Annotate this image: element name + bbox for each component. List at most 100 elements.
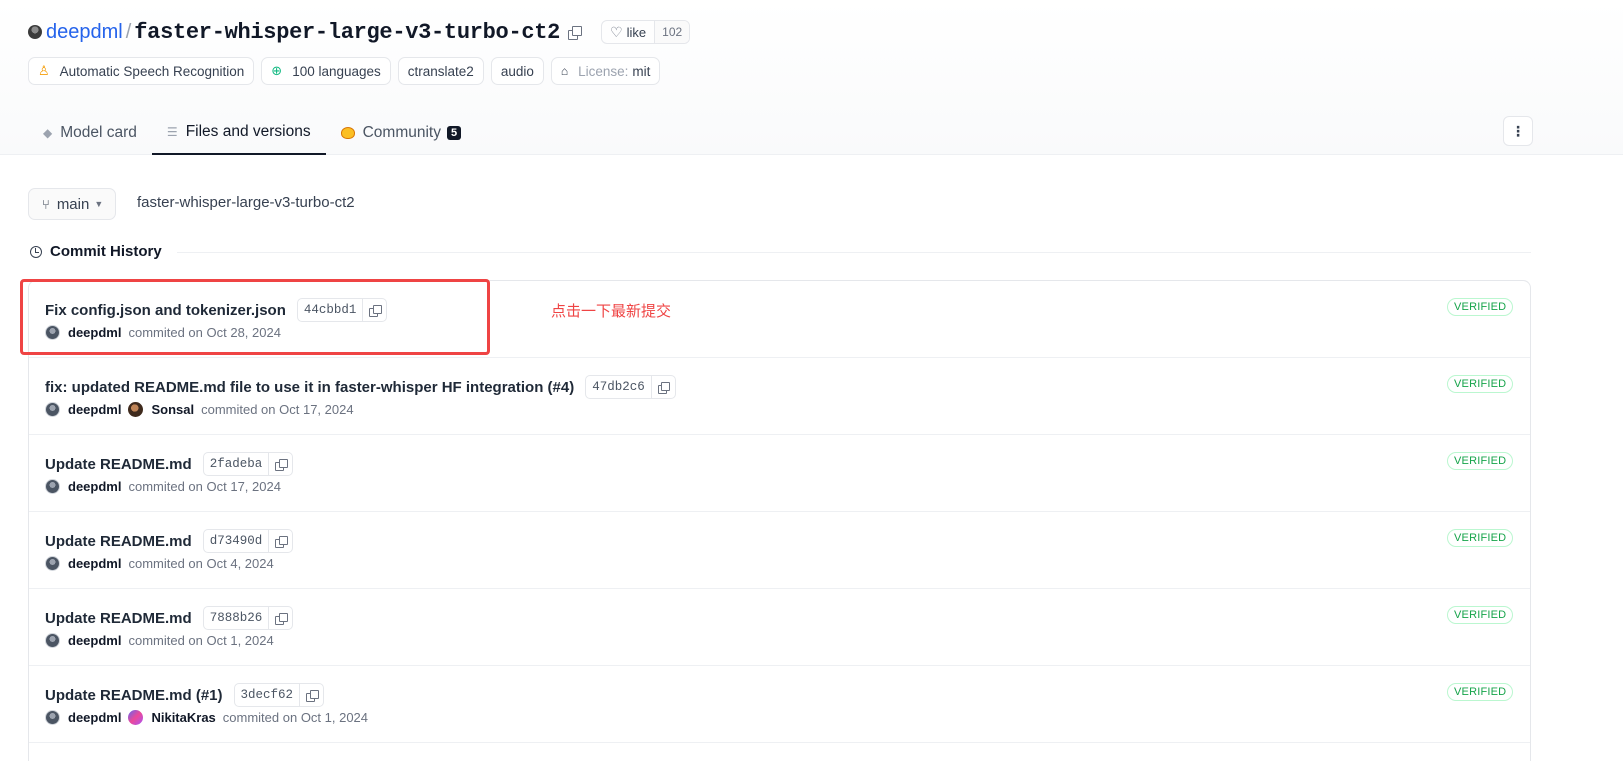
avatar [45,710,60,725]
branch-label: main [56,195,90,213]
owner-avatar [28,25,42,39]
tag-languages[interactable]: ⊕ 100 languages [261,57,391,85]
commit-header: Update README.md (#1) 3decf62 [45,683,325,707]
copy-hash-button[interactable] [268,453,292,475]
commit-date: commited on Oct 17, 2024 [201,402,354,417]
verified-badge: VERIFIED [1447,683,1514,701]
avatar [45,633,60,648]
tab-community[interactable]: Community 5 [326,110,477,155]
copy-hash-button[interactable] [268,607,292,629]
tab-label: Model card [60,123,137,141]
commit-header: Update README.md d73490d [45,529,294,553]
tag-license[interactable]: ⌂ License: mit [550,57,661,85]
community-count-badge: 5 [447,125,462,140]
commit-meta: deepdml Sonsal commited on Oct 17, 2024 [45,402,354,417]
copy-icon [275,612,288,625]
commit-hash-link[interactable]: 2fadeba [204,457,269,471]
commit-date: commited on Oct 17, 2024 [128,479,281,494]
license-icon: ⌂ [560,64,569,78]
tab-label: Community [362,123,441,141]
commit-header: fix: updated README.md file to use it in… [45,375,676,399]
commit-row: Update README.md (#1) 3decf62 deepdml Ni… [29,666,1530,743]
copy-icon [275,535,288,548]
cube-icon: ◆ [43,125,53,140]
commit-date: commited on Oct 1, 2024 [128,633,274,648]
repo-tabs: ◆ Model card ☰ Files and versions Commun… [28,110,476,155]
tag-label: 100 languages [292,63,381,79]
license-value: mit [632,63,651,79]
chevron-down-icon: ▼ [94,199,104,209]
commit-author-link[interactable]: deepdml [68,633,121,648]
commit-history-label: Commit History [50,243,162,260]
commit-hash-link[interactable]: d73490d [204,534,269,548]
commit-author-link[interactable]: Sonsal [151,402,194,417]
commit-meta: deepdml commited on Oct 17, 2024 [45,479,281,494]
copy-hash-button[interactable] [650,376,675,398]
copy-hash-button[interactable] [268,530,292,552]
commit-hash-box: 2fadeba [202,452,294,476]
avatar [128,402,144,417]
copy-repo-name-icon[interactable] [568,25,583,40]
repo-title-row: deepdml / faster-whisper-large-v3-turbo-… [28,18,691,46]
like-toggle[interactable]: ♡ like [602,21,654,43]
like-label: like [626,24,647,40]
tag-automatic-speech-recognition[interactable]: ♙ Automatic Speech Recognition [28,57,255,85]
commit-author-link[interactable]: deepdml [68,402,121,417]
copy-hash-button[interactable] [299,684,323,706]
breadcrumb[interactable]: faster-whisper-large-v3-turbo-ct2 [137,194,355,211]
tag-audio[interactable]: audio [490,57,544,85]
commit-hash-link[interactable]: 7888b26 [204,611,269,625]
commit-history-title: Commit History [30,243,162,260]
copy-icon [306,689,319,702]
commit-message-link[interactable]: Update README.md [45,610,192,627]
commit-author-link[interactable]: deepdml [68,556,121,571]
like-button[interactable]: ♡ like 102 [601,20,691,44]
heart-icon: ♡ [610,23,623,40]
commit-meta: deepdml NikitaKras commited on Oct 1, 20… [45,710,368,725]
commit-message-link[interactable]: Update README.md [45,533,192,550]
verified-badge: VERIFIED [1447,452,1514,470]
commit-hash-box: 47db2c6 [585,375,676,399]
branch-selector[interactable]: ⑂ main ▼ [28,188,117,220]
tag-label: ctranslate2 [407,63,474,79]
highlight-annotation-box [20,279,490,355]
commit-hash-box: d73490d [202,529,294,553]
tab-label: Files and versions [185,122,311,140]
verified-badge: VERIFIED [1447,298,1514,316]
commit-author-link[interactable]: NikitaKras [151,710,215,725]
verified-badge: VERIFIED [1447,375,1514,393]
tag-list: ♙ Automatic Speech Recognition ⊕ 100 lan… [28,57,661,85]
commit-hash-link[interactable]: 47db2c6 [586,380,651,394]
commit-message-link[interactable]: fix: updated README.md file to use it in… [45,379,574,396]
copy-icon [657,381,671,394]
commit-author-link[interactable]: deepdml [68,479,121,494]
tab-files-and-versions[interactable]: ☰ Files and versions [151,110,326,155]
commit-row: Update README.md d73490d deepdml commite… [29,512,1530,589]
avatar [45,479,60,494]
commit-hash-link[interactable]: 3decf62 [235,688,300,702]
commit-row: Update README.md 7888b26 deepdml commite… [29,589,1530,666]
commit-message-link[interactable]: Update README.md [45,456,192,473]
avatar [45,556,60,571]
path-separator: / [125,20,132,43]
clock-icon [30,245,42,258]
more-options-button[interactable]: ⋮ [1503,116,1533,146]
copy-icon [275,458,288,471]
license-key: License: [578,63,629,79]
verified-badge: VERIFIED [1447,606,1514,624]
verified-badge: VERIFIED [1447,529,1514,547]
like-count[interactable]: 102 [654,21,690,43]
commit-author-link[interactable]: deepdml [68,710,121,725]
more-vertical-icon: ⋮ [1511,122,1525,139]
commit-hash-box: 7888b26 [202,606,294,630]
commit-date: commited on Oct 4, 2024 [128,556,274,571]
repo-header: deepdml / faster-whisper-large-v3-turbo-… [0,0,1623,155]
tag-ctranslate2[interactable]: ctranslate2 [397,57,484,85]
divider [177,252,1531,253]
annotation-text: 点击一下最新提交 [551,302,672,320]
tag-label: Automatic Speech Recognition [59,63,245,79]
commit-row: fix: updated README.md file to use it in… [29,358,1530,435]
tab-model-card[interactable]: ◆ Model card [28,110,152,155]
repo-owner-link[interactable]: deepdml [46,21,123,44]
commit-message-link[interactable]: Update README.md (#1) [45,687,223,704]
